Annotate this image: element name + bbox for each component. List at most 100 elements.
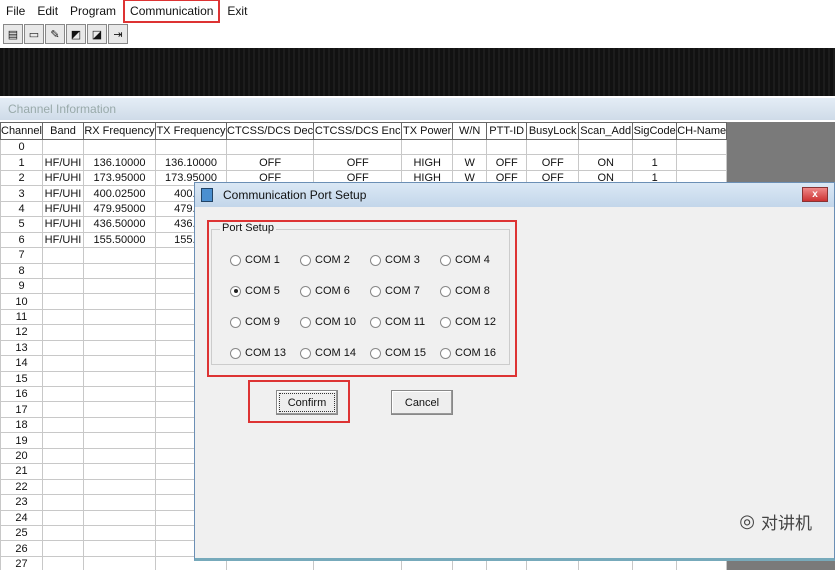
read-icon[interactable]: ▤	[3, 24, 23, 44]
menu-file[interactable]: File	[0, 0, 31, 22]
table-cell[interactable]: 18	[0, 416, 43, 434]
table-cell[interactable]: ON	[578, 154, 634, 171]
table-cell[interactable]: 3	[0, 185, 43, 202]
table-cell[interactable]: 1	[0, 154, 43, 171]
table-cell[interactable]: 26	[0, 540, 43, 557]
radio-icon[interactable]	[230, 254, 241, 266]
radio-icon[interactable]	[300, 316, 311, 328]
table-cell[interactable]	[42, 463, 84, 480]
table-cell[interactable]	[83, 416, 156, 434]
table-cell[interactable]	[42, 385, 84, 403]
table-cell[interactable]: 27	[0, 555, 43, 570]
menu-program[interactable]: Program	[64, 0, 122, 22]
table-cell[interactable]	[42, 494, 84, 511]
table-cell[interactable]	[42, 524, 84, 542]
radio-com12[interactable]: COM 12	[440, 314, 510, 330]
table-cell[interactable]: 16	[0, 385, 43, 403]
table-cell[interactable]	[42, 540, 84, 557]
table-cell[interactable]	[401, 138, 454, 156]
table-cell[interactable]	[42, 247, 84, 264]
table-cell[interactable]: HF/UHI	[42, 200, 84, 218]
table-cell[interactable]	[42, 555, 84, 570]
column-header[interactable]: Scan_Add	[578, 122, 634, 140]
table-cell[interactable]: 9	[0, 277, 43, 295]
table-cell[interactable]: 136.10000	[155, 154, 227, 171]
save-icon[interactable]: ▭	[24, 24, 44, 44]
table-cell[interactable]: 11	[0, 308, 43, 326]
table-cell[interactable]: 400.02500	[83, 185, 156, 202]
column-header[interactable]: PTT-ID	[486, 122, 528, 140]
table-cell[interactable]	[676, 138, 728, 156]
table-cell[interactable]	[83, 339, 156, 357]
table-cell[interactable]: 155.50000	[83, 231, 156, 249]
table-cell[interactable]	[42, 293, 84, 310]
table-cell[interactable]	[526, 138, 580, 156]
table-cell[interactable]: OFF	[486, 154, 528, 171]
table-cell[interactable]: 479.95000	[83, 200, 156, 218]
table-cell[interactable]	[83, 308, 156, 326]
table-cell[interactable]	[83, 509, 156, 526]
column-header[interactable]: Band	[42, 122, 84, 140]
table-cell[interactable]: 23	[0, 494, 43, 511]
column-header[interactable]: BusyLock	[526, 122, 580, 140]
radio-com2[interactable]: COM 2	[300, 252, 370, 268]
column-header[interactable]: CTCSS/DCS Enc	[313, 122, 403, 140]
table-cell[interactable]: 2	[0, 169, 43, 187]
table-cell[interactable]: 7	[0, 247, 43, 264]
radio-icon[interactable]	[370, 316, 381, 328]
radio-icon[interactable]	[440, 285, 451, 297]
table-cell[interactable]	[42, 262, 84, 279]
table-cell[interactable]	[225, 138, 315, 156]
table-cell[interactable]	[42, 432, 84, 449]
menu-exit[interactable]: Exit	[221, 0, 253, 22]
radio-com16[interactable]: COM 16	[440, 345, 510, 361]
table-cell[interactable]	[83, 555, 156, 570]
table-cell[interactable]	[632, 138, 678, 156]
table-cell[interactable]: HF/UHI	[42, 231, 84, 249]
table-cell[interactable]	[42, 277, 84, 295]
table-cell[interactable]	[452, 138, 488, 156]
confirm-button[interactable]: Confirm	[276, 390, 338, 415]
table-cell[interactable]: HF/UHI	[42, 185, 84, 202]
column-header[interactable]: CTCSS/DCS Dec	[225, 122, 315, 140]
menu-communication[interactable]: Communication	[123, 0, 221, 23]
radio-com4[interactable]: COM 4	[440, 252, 510, 268]
table-cell[interactable]	[42, 355, 84, 372]
table-cell[interactable]: 12	[0, 324, 43, 341]
radio-com10[interactable]: COM 10	[300, 314, 370, 330]
table-cell[interactable]	[42, 308, 84, 326]
radio-icon[interactable]	[370, 347, 381, 359]
table-cell[interactable]	[83, 385, 156, 403]
table-cell[interactable]	[83, 293, 156, 310]
column-header[interactable]: TX Frequency	[155, 122, 227, 140]
table-cell[interactable]: 173.95000	[83, 169, 156, 187]
table-cell[interactable]: HIGH	[401, 154, 454, 171]
table-cell[interactable]	[155, 138, 227, 156]
table-cell[interactable]	[42, 324, 84, 341]
menu-edit[interactable]: Edit	[31, 0, 64, 22]
table-cell[interactable]	[83, 447, 156, 465]
radio-com1[interactable]: COM 1	[230, 252, 300, 268]
table-cell[interactable]: 24	[0, 509, 43, 526]
table-cell[interactable]	[313, 138, 403, 156]
table-cell[interactable]: OFF	[526, 154, 580, 171]
table-cell[interactable]	[42, 509, 84, 526]
column-header[interactable]: SigCode	[632, 122, 678, 140]
radio-icon[interactable]	[370, 285, 381, 297]
table-cell[interactable]: 17	[0, 401, 43, 418]
radio-com9[interactable]: COM 9	[230, 314, 300, 330]
table-cell[interactable]	[83, 524, 156, 542]
table-cell[interactable]: 15	[0, 370, 43, 388]
table-cell[interactable]	[83, 247, 156, 264]
table-cell[interactable]: 21	[0, 463, 43, 480]
table-cell[interactable]: W	[452, 154, 488, 171]
table-cell[interactable]	[676, 154, 728, 171]
table-cell[interactable]	[42, 478, 84, 496]
column-header[interactable]: TX Power	[401, 122, 454, 140]
table-cell[interactable]: 8	[0, 262, 43, 279]
open-icon[interactable]: ✎	[45, 24, 65, 44]
radio-icon[interactable]	[230, 316, 241, 328]
close-button[interactable]: x	[802, 187, 828, 202]
table-cell[interactable]: 22	[0, 478, 43, 496]
table-cell[interactable]	[42, 370, 84, 388]
